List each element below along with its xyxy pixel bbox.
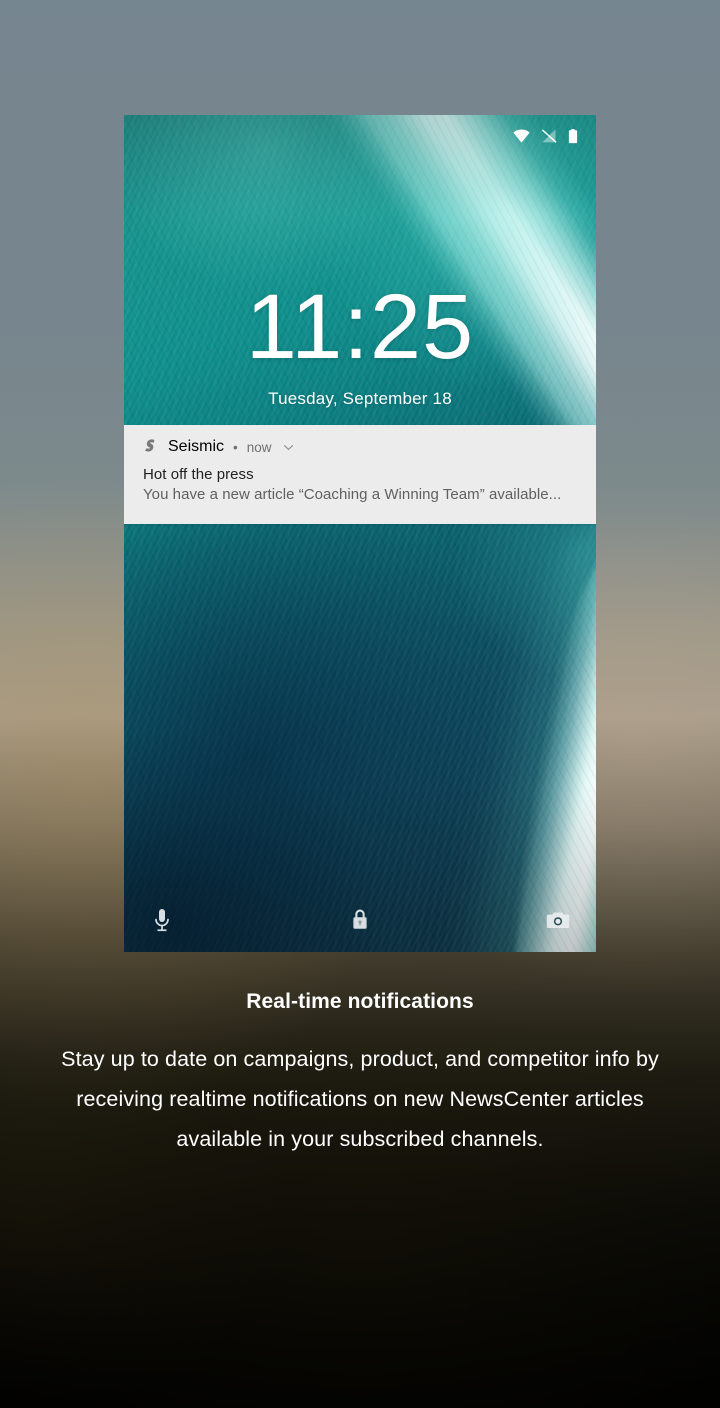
notification-time: now bbox=[247, 440, 272, 455]
microphone-icon[interactable] bbox=[149, 906, 175, 934]
status-bar bbox=[124, 115, 596, 157]
lockscreen-date: Tuesday, September 18 bbox=[124, 389, 596, 409]
notification-title: Hot off the press bbox=[143, 466, 582, 483]
lockscreen-clock-block: 11:25 Tuesday, September 18 bbox=[124, 281, 596, 409]
wallpaper-vignette bbox=[124, 115, 596, 952]
notification-card[interactable]: Seismic • now Hot off the press You have… bbox=[124, 425, 596, 524]
notification-header: Seismic • now bbox=[143, 436, 582, 458]
notification-separator: • bbox=[233, 440, 238, 455]
caption-body: Stay up to date on campaigns, product, a… bbox=[35, 1039, 685, 1159]
camera-icon[interactable] bbox=[545, 906, 571, 934]
lock-icon[interactable] bbox=[347, 906, 373, 934]
battery-icon bbox=[568, 129, 578, 144]
no-sim-signal-icon bbox=[541, 129, 557, 143]
chevron-down-icon[interactable] bbox=[282, 441, 295, 454]
notification-app-name: Seismic bbox=[168, 438, 224, 456]
seismic-s-logo-icon bbox=[143, 439, 159, 456]
phone-lockscreen-screenshot: 11:25 Tuesday, September 18 Seismic • no… bbox=[124, 115, 596, 952]
wifi-icon bbox=[513, 129, 530, 143]
lockscreen-time: 11:25 bbox=[124, 281, 596, 373]
caption-title: Real-time notifications bbox=[32, 990, 688, 1014]
notification-body: You have a new article “Coaching a Winni… bbox=[143, 486, 582, 503]
lockscreen-shortcuts bbox=[124, 906, 596, 934]
caption-block: Real-time notifications Stay up to date … bbox=[0, 990, 720, 1159]
